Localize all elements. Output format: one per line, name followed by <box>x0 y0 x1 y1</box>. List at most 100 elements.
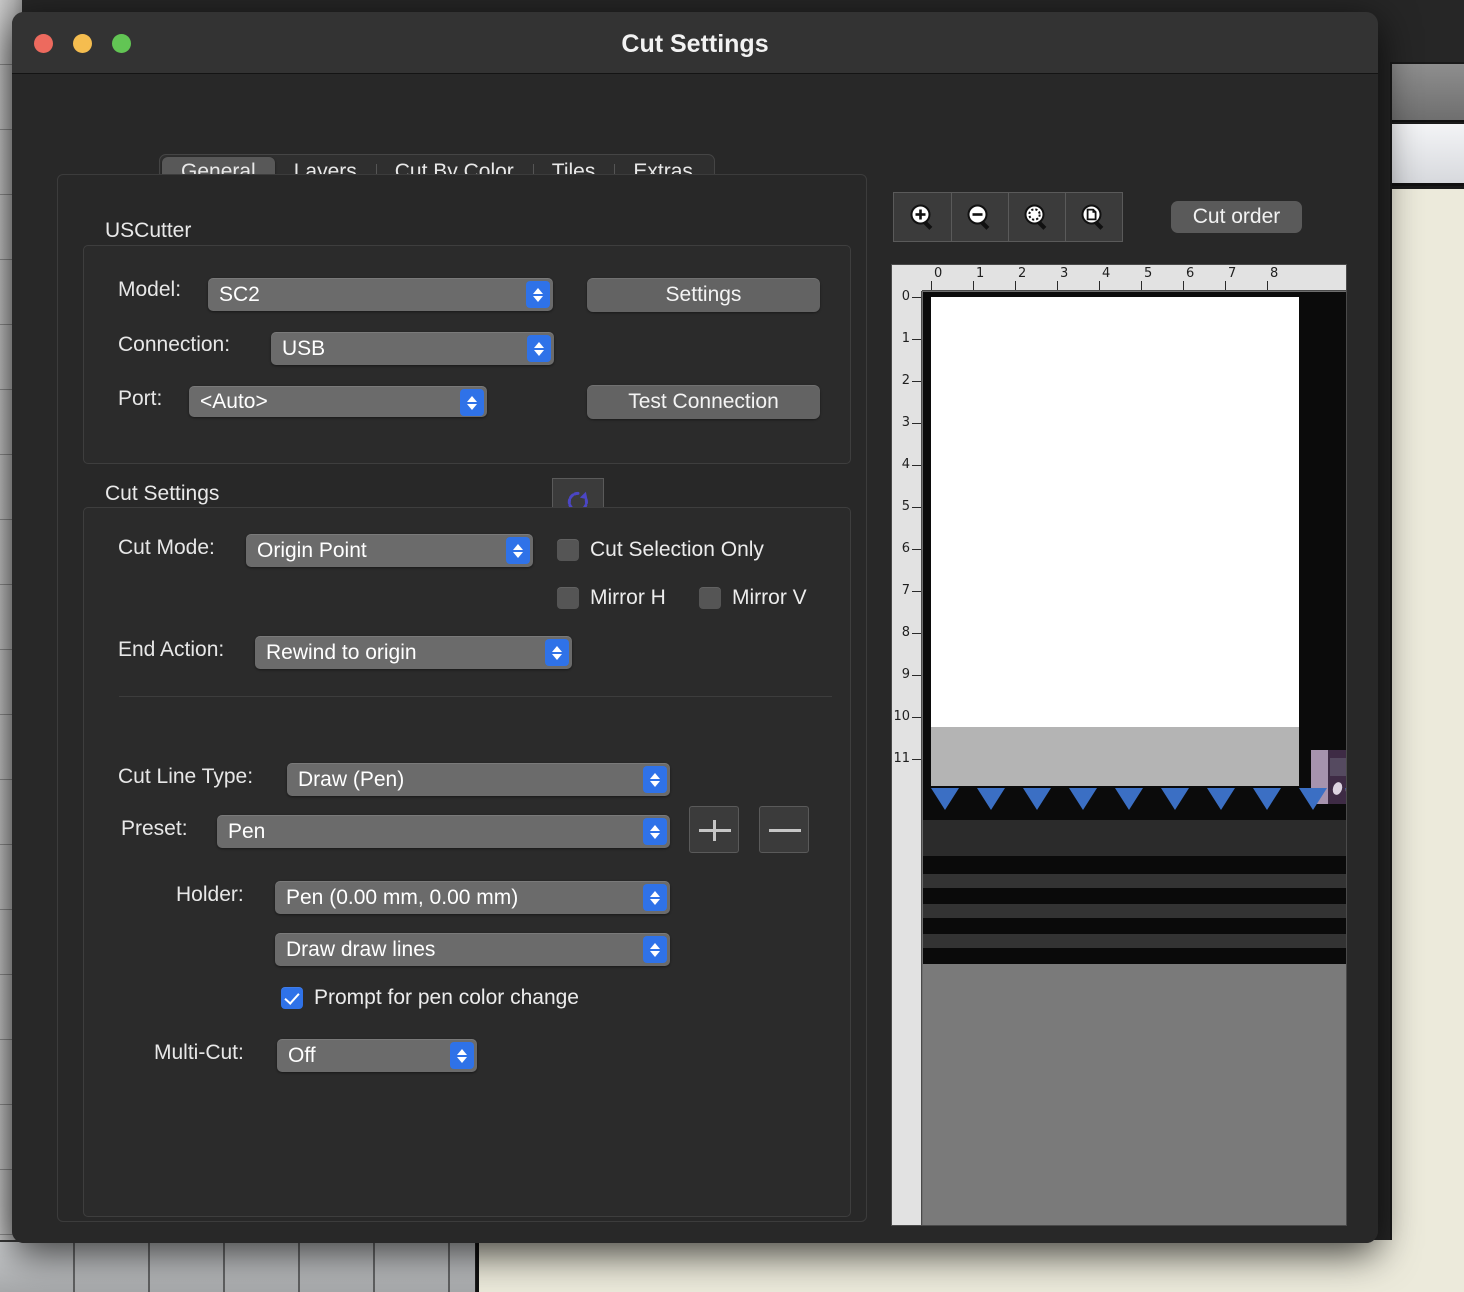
ruler-label: 7 <box>901 583 910 598</box>
checkbox-box <box>557 587 579 609</box>
ruler-tick <box>912 549 921 550</box>
section-divider <box>119 696 832 697</box>
remove-preset-button[interactable] <box>759 806 809 853</box>
pinch-roller-icon <box>1023 788 1051 810</box>
mirror-v-checkbox[interactable]: Mirror V <box>699 586 807 610</box>
mirror-h-label: Mirror H <box>590 586 666 609</box>
end-action-row: End Action: <box>118 638 224 662</box>
background-canvas-page <box>1392 189 1464 1292</box>
ruler-tick <box>912 297 921 298</box>
chevron-updown-icon <box>506 537 530 564</box>
holder-select[interactable]: Pen (0.00 mm, 0.00 mm) <box>275 881 670 914</box>
ruler-label: 2 <box>901 373 910 388</box>
tool-action-select[interactable]: Draw draw lines <box>275 933 670 966</box>
cut-mode-select[interactable]: Origin Point <box>246 534 533 567</box>
checkbox-box <box>699 587 721 609</box>
port-select-value: <Auto> <box>200 389 268 413</box>
ruler-tick <box>931 281 932 290</box>
mat-band <box>923 948 1346 964</box>
ruler-tick <box>912 675 921 676</box>
device-settings-button[interactable]: Settings <box>587 278 820 312</box>
ruler-tick <box>1183 281 1184 290</box>
zoom-in-button[interactable] <box>894 193 951 241</box>
chevron-updown-icon <box>643 766 667 793</box>
preset-row: Preset: <box>121 817 188 841</box>
preset-select[interactable]: Pen <box>217 815 670 848</box>
minus-icon <box>769 829 801 832</box>
zoom-to-page-button[interactable] <box>1065 193 1122 241</box>
ruler-label: 1 <box>901 331 910 346</box>
holder-label: Holder: <box>176 883 244 906</box>
prompt-pen-color-checkbox[interactable]: Prompt for pen color change <box>281 986 579 1010</box>
multi-cut-select-value: Off <box>288 1043 316 1067</box>
ruler-label: 6 <box>1186 266 1195 281</box>
cut-mode-row: Cut Mode: <box>118 536 215 560</box>
device-group-title: USCutter <box>105 219 192 242</box>
ruler-label: 7 <box>1228 266 1237 281</box>
cut-selection-only-checkbox[interactable]: Cut Selection Only <box>557 538 764 562</box>
connection-select-value: USB <box>282 336 326 360</box>
ruler-tick <box>1225 281 1226 290</box>
chevron-updown-icon <box>643 818 667 845</box>
multi-cut-select[interactable]: Off <box>277 1039 477 1072</box>
port-select[interactable]: <Auto> <box>189 386 487 417</box>
end-action-select[interactable]: Rewind to origin <box>255 636 572 669</box>
chevron-updown-icon <box>526 281 550 308</box>
cut-line-type-select[interactable]: Draw (Pen) <box>287 763 670 796</box>
end-action-label: End Action: <box>118 638 225 661</box>
port-row: Port: <box>118 387 162 411</box>
port-label: Port: <box>118 387 163 410</box>
chevron-updown-icon <box>545 639 569 666</box>
media-sheet-shadow <box>931 727 1299 786</box>
mirror-v-label: Mirror V <box>732 586 807 609</box>
cut-line-type-row: Cut Line Type: <box>118 765 253 789</box>
model-select[interactable]: SC2 <box>208 278 553 311</box>
chevron-updown-icon <box>643 884 667 911</box>
model-label: Model: <box>118 278 182 301</box>
ruler-tick <box>973 281 974 290</box>
mat-band <box>923 888 1346 904</box>
background-canvas-ruler <box>1392 64 1464 122</box>
vertical-ruler: 0 1 2 3 4 5 6 7 8 9 10 11 <box>892 289 922 1225</box>
window-title: Cut Settings <box>621 30 769 58</box>
ruler-tick <box>1267 281 1268 290</box>
ruler-tick <box>1099 281 1100 290</box>
dialog-titlebar: Cut Settings <box>12 12 1378 74</box>
zoom-out-button[interactable] <box>951 193 1008 241</box>
background-bottom-toolbar <box>0 1240 475 1292</box>
tool-action-select-value: Draw draw lines <box>286 937 436 961</box>
ruler-label: 4 <box>1102 266 1111 281</box>
pinch-roller-icon <box>1069 788 1097 810</box>
cut-group-title: Cut Settings <box>105 482 220 505</box>
chevron-updown-icon <box>460 389 484 416</box>
ruler-label: 9 <box>901 667 910 682</box>
mirror-h-checkbox[interactable]: Mirror H <box>557 586 666 610</box>
ruler-label: 8 <box>901 625 910 640</box>
zoom-to-page-icon <box>1081 204 1104 230</box>
multi-cut-label: Multi-Cut: <box>154 1041 244 1064</box>
zoom-to-selection-button[interactable] <box>1008 193 1065 241</box>
ruler-label: 0 <box>901 289 910 304</box>
background-bottom-page <box>476 1240 1464 1292</box>
test-connection-button[interactable]: Test Connection <box>587 385 820 419</box>
ruler-tick <box>912 717 921 718</box>
pinch-rollers <box>931 788 1346 820</box>
pinch-roller-icon <box>931 788 959 810</box>
chevron-updown-icon <box>527 335 551 362</box>
add-preset-button[interactable] <box>689 806 739 853</box>
media-sheet <box>931 297 1299 727</box>
ruler-label: 4 <box>901 457 910 472</box>
ruler-tick <box>1057 281 1058 290</box>
cut-mode-label: Cut Mode: <box>118 536 215 559</box>
multi-cut-row: Multi-Cut: <box>154 1041 244 1065</box>
holder-select-value: Pen (0.00 mm, 0.00 mm) <box>286 885 519 909</box>
ruler-label: 3 <box>1060 266 1069 281</box>
ruler-label: 1 <box>976 266 985 281</box>
connection-select[interactable]: USB <box>271 332 554 365</box>
cut-mode-select-value: Origin Point <box>257 538 367 562</box>
cut-preview-panel[interactable]: 0 1 2 3 4 5 6 7 8 0 1 2 3 4 5 6 7 8 9 10 11 <box>891 264 1347 1226</box>
checkbox-box-checked <box>281 987 303 1009</box>
pinch-roller-icon <box>1299 788 1327 810</box>
cut-order-button[interactable]: Cut order <box>1171 201 1302 233</box>
pinch-roller-icon <box>1115 788 1143 810</box>
